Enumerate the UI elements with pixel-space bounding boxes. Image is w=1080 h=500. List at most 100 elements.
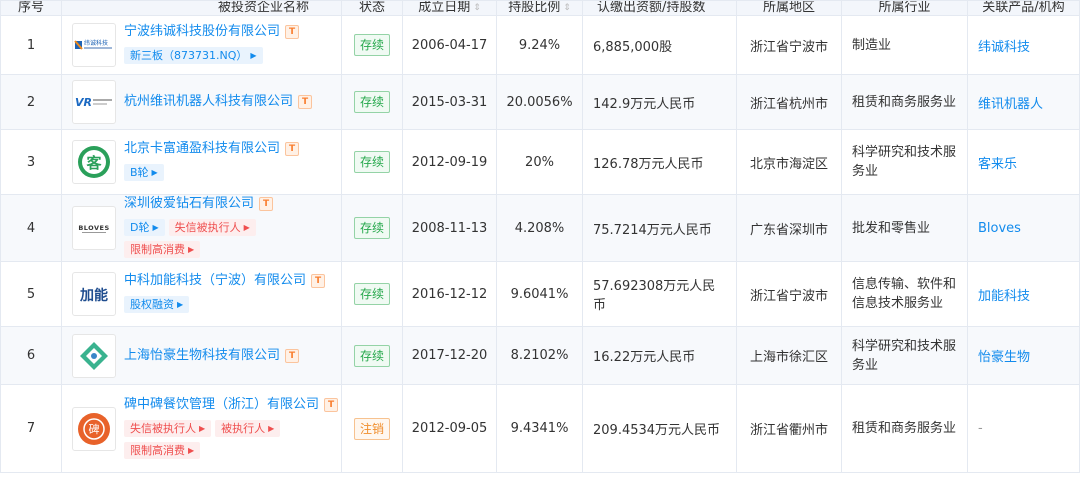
risk-tag[interactable]: 失信被执行人 ▶ bbox=[168, 219, 256, 236]
company-name-link[interactable]: 上海怡豪生物科技有限公司 bbox=[124, 348, 280, 363]
caret-right-icon: ▶ bbox=[177, 300, 184, 309]
status-badge: 注销 bbox=[353, 417, 390, 440]
caret-right-icon: ▶ bbox=[151, 168, 158, 177]
company-name-link[interactable]: 深圳彼爱钻石有限公司 bbox=[124, 196, 254, 211]
status-cell: 存续 bbox=[341, 74, 403, 130]
bloves-logo: BLOVES bbox=[72, 206, 116, 250]
industry: 租赁和商务服务业 bbox=[841, 384, 968, 473]
company-tags: D轮 ▶ 失信被执行人 ▶ 限制高消费 ▶ bbox=[124, 217, 331, 261]
company-cell: BLOVES 深圳彼爱钻石有限公司 T D轮 ▶ 失信被执行人 ▶ 限制高消费 ▶ bbox=[61, 194, 342, 262]
status-cell: 存续 bbox=[341, 15, 403, 75]
company-name-link[interactable]: 宁波纬诚科技股份有限公司 bbox=[124, 24, 280, 39]
company-tags: 新三板（873731.NQ） ▶ bbox=[124, 45, 299, 67]
svg-text:BLOVES: BLOVES bbox=[78, 224, 109, 232]
tianyancha-t-icon[interactable]: T bbox=[285, 142, 300, 156]
founded-date: 2012-09-19 bbox=[402, 129, 497, 195]
share-ratio: 8.2102% bbox=[496, 326, 583, 385]
row-index: 4 bbox=[0, 194, 62, 262]
svg-text:纬诚科技: 纬诚科技 bbox=[84, 39, 108, 47]
region: 浙江省杭州市 bbox=[736, 74, 842, 130]
tianyancha-t-icon[interactable]: T bbox=[311, 274, 326, 288]
industry: 批发和零售业 bbox=[841, 194, 968, 262]
table-row: 5 加能 中科加能科技（宁波）有限公司 T 股权融资 ▶ 存续 2016-12-12… bbox=[0, 261, 1080, 327]
info-tag[interactable]: B轮 ▶ bbox=[124, 164, 164, 181]
sort-arrows-icon[interactable]: ⇕ bbox=[473, 2, 481, 15]
company-name-link[interactable]: 北京卡富通盈科技有限公司 bbox=[124, 141, 280, 156]
tianyancha-t-icon[interactable]: T bbox=[285, 25, 300, 39]
industry: 科学研究和技术服务业 bbox=[841, 129, 968, 195]
weixun-robot-logo: VR bbox=[72, 80, 116, 124]
info-tag[interactable]: 新三板（873731.NQ） ▶ bbox=[124, 47, 263, 64]
related-product-link[interactable]: 加能科技 bbox=[967, 261, 1080, 327]
col-founded[interactable]: 成立日期 ⇕ bbox=[402, 0, 497, 16]
subscribed-capital: 16.22万元人民币 bbox=[582, 326, 737, 385]
table-row: 4 BLOVES 深圳彼爱钻石有限公司 T D轮 ▶ 失信被执行人 ▶ 限制高消费 ▶ 存续… bbox=[0, 194, 1080, 262]
info-tag[interactable]: D轮 ▶ bbox=[124, 219, 165, 236]
sort-arrows-icon[interactable]: ⇕ bbox=[563, 2, 571, 15]
caret-right-icon: ▶ bbox=[243, 223, 250, 232]
related-product-link[interactable]: 客来乐 bbox=[967, 129, 1080, 195]
col-company: 被投资企业名称 bbox=[61, 0, 342, 16]
region: 北京市海淀区 bbox=[736, 129, 842, 195]
related-product-link[interactable]: 怡豪生物 bbox=[967, 326, 1080, 385]
company-tags: 股权融资 ▶ bbox=[124, 294, 325, 316]
company-cell: 上海怡豪生物科技有限公司 T bbox=[61, 326, 342, 385]
status-badge: 存续 bbox=[353, 344, 390, 367]
caret-right-icon: ▶ bbox=[199, 423, 206, 433]
region: 广东省深圳市 bbox=[736, 194, 842, 262]
status-badge: 存续 bbox=[353, 283, 390, 305]
tianyancha-t-icon[interactable]: T bbox=[324, 397, 339, 412]
related-product-link[interactable]: Bloves bbox=[967, 194, 1080, 262]
company-name-link[interactable]: 杭州维讯机器人科技有限公司 bbox=[124, 94, 293, 109]
company-tags: B轮 ▶ bbox=[124, 162, 299, 184]
table-row: 6 上海怡豪生物科技有限公司 T 存续 2017-12-20 8.2102% 16… bbox=[0, 326, 1080, 385]
risk-tag[interactable]: 限制高消费 ▶ bbox=[124, 441, 201, 459]
tianyancha-t-icon[interactable]: T bbox=[298, 95, 313, 109]
company-name-link[interactable]: 碑中碑餐饮管理（浙江）有限公司 bbox=[124, 397, 319, 412]
founded-date: 2012-09-05 bbox=[402, 384, 497, 473]
row-index: 5 bbox=[0, 261, 62, 327]
status-badge: 存续 bbox=[353, 217, 390, 239]
risk-tag[interactable]: 被执行人 ▶ bbox=[215, 419, 281, 437]
company-cell: 加能 中科加能科技（宁波）有限公司 T 股权融资 ▶ bbox=[61, 261, 342, 327]
svg-text:客: 客 bbox=[85, 154, 102, 172]
yihao-logo bbox=[72, 333, 116, 378]
status-cell: 存续 bbox=[341, 326, 403, 385]
caret-right-icon: ▶ bbox=[152, 223, 159, 232]
company-tags: 失信被执行人 ▶ 被执行人 ▶ 限制高消费 ▶ bbox=[124, 418, 338, 462]
company-name-link[interactable]: 中科加能科技（宁波）有限公司 bbox=[124, 273, 306, 288]
risk-tag[interactable]: 限制高消费 ▶ bbox=[124, 241, 201, 258]
related-product-link[interactable]: 纬诚科技 bbox=[967, 15, 1080, 75]
caret-right-icon: ▶ bbox=[188, 245, 195, 254]
company-cell: 纬诚科技 宁波纬诚科技股份有限公司 T 新三板（873731.NQ） ▶ bbox=[61, 15, 342, 75]
founded-date: 2006-04-17 bbox=[402, 15, 497, 75]
status-badge: 存续 bbox=[353, 151, 390, 173]
table-row: 7 碑 碑中碑餐饮管理（浙江）有限公司 T 失信被执行人 ▶ 被执行人 ▶限制高消费 ▶ … bbox=[0, 384, 1080, 473]
status-cell: 存续 bbox=[341, 194, 403, 262]
related-product-link[interactable]: 维讯机器人 bbox=[967, 74, 1080, 130]
share-ratio: 4.208% bbox=[496, 194, 583, 262]
company-cell: VR 杭州维讯机器人科技有限公司 T bbox=[61, 74, 342, 130]
table-row: 3 客 北京卡富通盈科技有限公司 T B轮 ▶ 存续 2012-09-19 20% … bbox=[0, 129, 1080, 195]
info-tag[interactable]: 股权融资 ▶ bbox=[124, 296, 190, 313]
col-index: 序号 bbox=[0, 0, 62, 16]
share-ratio: 9.4341% bbox=[496, 384, 583, 473]
industry: 租赁和商务服务业 bbox=[841, 74, 968, 130]
status-badge: 存续 bbox=[353, 34, 390, 56]
table-header: 序号 被投资企业名称 状态 成立日期 ⇕ 持股比例 ⇕ 认缴出资额/持股数 所属地区… bbox=[0, 0, 1080, 16]
svg-text:加能: 加能 bbox=[79, 287, 108, 304]
company-cell: 客 北京卡富通盈科技有限公司 T B轮 ▶ bbox=[61, 129, 342, 195]
industry: 科学研究和技术服务业 bbox=[841, 326, 968, 385]
founded-date: 2016-12-12 bbox=[402, 261, 497, 327]
tianyancha-t-icon[interactable]: T bbox=[285, 348, 300, 363]
row-index: 3 bbox=[0, 129, 62, 195]
founded-date: 2015-03-31 bbox=[402, 74, 497, 130]
col-industry: 所属行业 bbox=[841, 0, 968, 16]
risk-tag[interactable]: 失信被执行人 ▶ bbox=[124, 419, 212, 437]
status-cell: 存续 bbox=[341, 129, 403, 195]
related-product-link: - bbox=[967, 384, 1080, 473]
tianyancha-t-icon[interactable]: T bbox=[259, 197, 274, 211]
region: 浙江省衢州市 bbox=[736, 384, 842, 473]
share-ratio: 20.0056% bbox=[496, 74, 583, 130]
col-ratio[interactable]: 持股比例 ⇕ bbox=[496, 0, 583, 16]
